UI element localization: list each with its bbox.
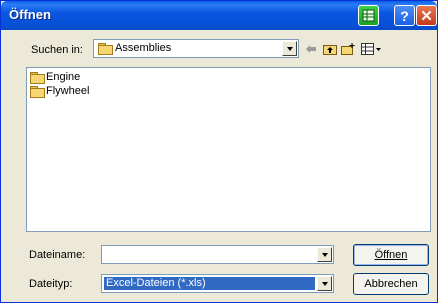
filetype-label: Dateityp: [29,278,73,290]
list-item-label: Engine [46,71,81,83]
folder-icon [30,71,45,84]
view-menu-button[interactable] [361,42,383,56]
new-folder-button[interactable] [341,42,355,56]
help-button[interactable]: ? [394,5,415,26]
back-arrow-icon [306,45,316,53]
app-icon-button[interactable] [358,5,379,26]
view-menu-icon [361,43,381,55]
close-button[interactable]: ✕ [416,5,437,26]
look-in-dropdown-arrow[interactable] [282,41,297,56]
filename-dropdown-arrow[interactable] [317,247,332,262]
back-button[interactable] [305,42,317,56]
title-bar[interactable]: Öffnen ? ✕ [1,1,437,30]
chevron-down-icon [321,281,328,286]
cancel-button-label: Abbrechen [364,278,418,290]
folder-icon [98,43,113,55]
list-item[interactable]: Engine [30,71,81,84]
open-dialog: Öffnen ? ✕ Suchen in: Assemblies Engine … [0,0,438,303]
file-list[interactable]: Engine Flywheel [26,67,431,232]
sheet-icon [362,9,375,22]
open-button-label: Öffnen [374,249,408,261]
filetype-select[interactable]: Excel-Dateien (*.xls) [101,274,334,293]
list-item-label: Flywheel [46,85,90,97]
list-item[interactable]: Flywheel [30,85,90,98]
chevron-down-icon [286,46,293,51]
filetype-value: Excel-Dateien (*.xls) [104,277,315,290]
folder-icon [30,85,45,98]
new-folder-icon [341,43,355,55]
look-in-label: Suchen in: [31,44,83,56]
window-title: Öffnen [9,7,51,22]
cancel-button[interactable]: Abbrechen [353,273,429,295]
filename-combo[interactable] [101,245,334,264]
look-in-value: Assemblies [115,42,172,54]
open-button[interactable]: Öffnen [353,244,429,266]
up-folder-button[interactable] [323,42,337,56]
chevron-down-icon [321,252,328,257]
close-icon: ✕ [420,7,433,25]
up-folder-icon [323,45,337,55]
filetype-dropdown-arrow[interactable] [317,276,332,291]
filename-label: Dateiname: [29,249,86,261]
help-icon: ? [400,7,409,24]
look-in-combo[interactable]: Assemblies [93,39,299,58]
